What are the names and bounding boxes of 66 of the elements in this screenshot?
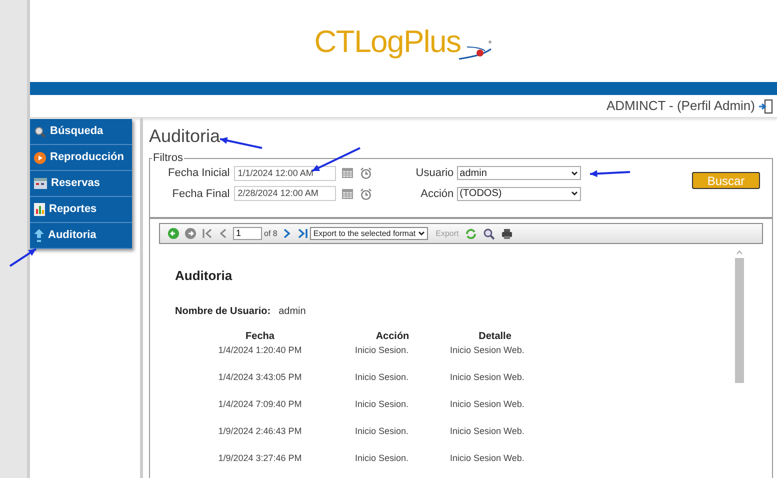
calendar-icon[interactable]: [342, 168, 353, 178]
table-cell-text: Inicio Sesion Web.: [449, 398, 526, 410]
table-cell-text: 1/4/2024 3:43:05 PM: [217, 370, 303, 384]
report-user-value: admin: [278, 304, 306, 318]
date-field[interactable]: 1/1/2024 12:00 AM: [234, 166, 336, 181]
page-title: Auditoria: [149, 125, 220, 148]
field-label: Usuario: [416, 166, 454, 181]
field-label: Fecha Final: [172, 186, 230, 202]
report-icon: [34, 203, 45, 216]
caret-icon: [570, 191, 578, 196]
first-page-icon[interactable]: [202, 228, 213, 239]
column-header: Detalle: [478, 330, 512, 342]
forward-circle-icon[interactable]: [185, 228, 196, 239]
table-cell-text: 1/9/2024 3:27:46 PM: [217, 452, 303, 464]
table-cell-text: Inicio Sesion Web.: [449, 424, 526, 438]
calendar-icon: [34, 178, 47, 189]
scrollbar-thumb[interactable]: [735, 258, 744, 383]
field-label: Fecha Inicial: [168, 166, 230, 181]
date-field[interactable]: 2/28/2024 12:00 AM: [234, 186, 336, 202]
up-arrow-icon: [34, 229, 44, 242]
table-cell-text: Inicio Sesion.: [354, 344, 410, 356]
menu-item[interactable]: Búsqueda: [30, 119, 132, 145]
table-cell-text: Inicio Sesion Web.: [449, 370, 526, 384]
menu-item[interactable]: Reportes: [30, 197, 132, 223]
table-cell-text: Inicio Sesion.: [354, 452, 410, 464]
table-cell-text: Inicio Sesion.: [354, 370, 410, 384]
logout-icon[interactable]: [759, 98, 773, 114]
table-cell-text: Inicio Sesion.: [354, 398, 410, 410]
dropdown-field[interactable]: (TODOS): [456, 186, 581, 201]
column-header: Fecha: [244, 330, 276, 342]
field-label: Acción: [420, 186, 454, 202]
play-icon: [34, 152, 46, 164]
calendar-icon[interactable]: [342, 188, 353, 199]
alarm-clock-icon[interactable]: [360, 188, 372, 200]
dropdown-field[interactable]: admin: [456, 166, 581, 180]
menu-item[interactable]: Reservas: [30, 171, 132, 197]
table-cell-text: 1/4/2024 1:20:40 PM: [217, 344, 303, 356]
annotation-arrow: [312, 147, 360, 172]
caret-icon: [418, 231, 425, 236]
refresh-icon[interactable]: [464, 228, 477, 240]
zoom-icon[interactable]: [482, 228, 495, 240]
last-page-icon[interactable]: [297, 228, 308, 239]
menu-item[interactable]: Reproducción: [30, 145, 132, 171]
magnifier-icon: [34, 126, 46, 138]
table-cell-text: Inicio Sesion.: [354, 424, 410, 438]
back-circle-icon[interactable]: [168, 228, 179, 239]
report-user-label: Nombre de Usuario:: [175, 304, 271, 318]
table-cell-text: 1/9/2024 2:46:43 PM: [217, 424, 303, 438]
table-cell-text: Inicio Sesion Web.: [449, 344, 526, 356]
page-number-field[interactable]: 1: [233, 227, 262, 240]
column-header: Acción: [374, 330, 410, 342]
menu-item[interactable]: Auditoria: [30, 223, 132, 249]
user-profile-text: ADMINCT - (Perfil Admin): [606, 97, 755, 116]
next-page-icon[interactable]: [283, 228, 292, 239]
export-format-dropdown[interactable]: Export to the selected format: [310, 227, 428, 240]
page-count: of 8: [264, 228, 278, 240]
annotation-arrow: [9, 248, 37, 267]
report-title: Auditoria: [175, 267, 234, 285]
previous-page-icon[interactable]: [219, 228, 227, 239]
table-cell-text: 1/4/2024 7:09:40 PM: [217, 398, 303, 410]
caret-icon: [570, 170, 578, 176]
print-icon[interactable]: [500, 228, 513, 240]
annotation-arrow: [220, 137, 262, 149]
annotation-arrow: [590, 170, 630, 178]
alarm-clock-icon[interactable]: [360, 167, 372, 180]
table-cell-text: Inicio Sesion Web.: [449, 452, 526, 464]
